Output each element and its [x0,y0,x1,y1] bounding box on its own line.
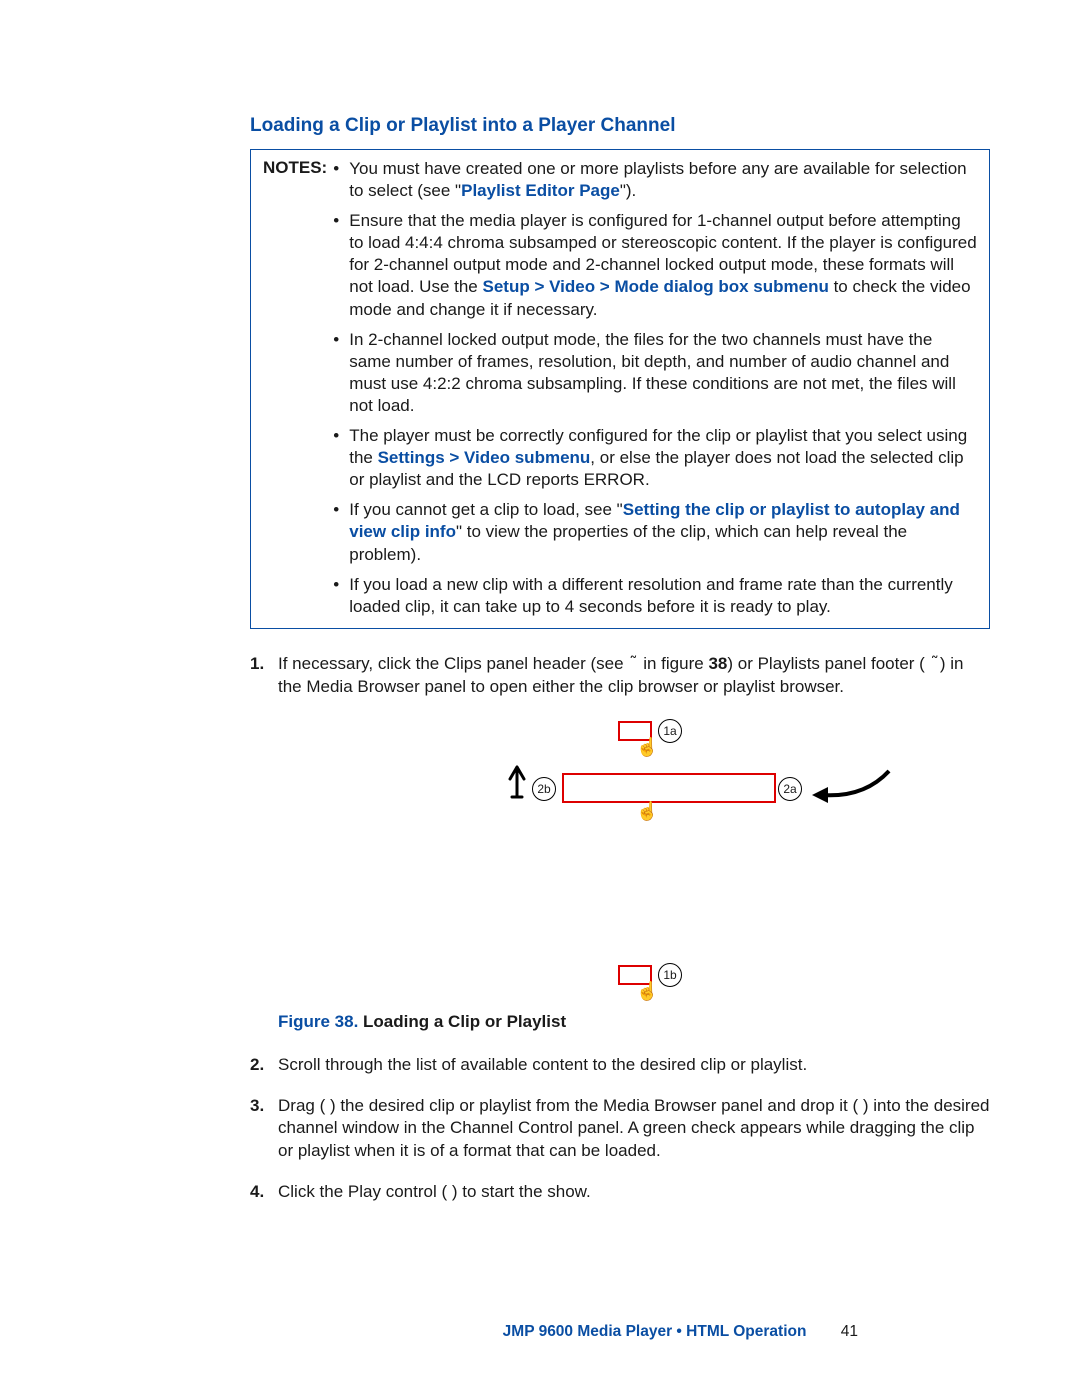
note-item: In 2-channel locked output mode, the fil… [331,329,977,417]
pointer-icon: ☝ [636,735,658,759]
step-item: 3. Drag ( ) the desired clip or playlist… [250,1095,990,1164]
figure-area: 1a ☝ 2b ☝ 2a [278,713,990,1003]
arrow-up-icon [502,759,532,799]
callout-label: 1b [658,963,682,987]
note-item: If you load a new clip with a different … [331,574,977,618]
figure-caption: Figure 38. Loading a Clip or Playlist [278,1011,990,1034]
callout-label: 2a [778,777,802,801]
note-item: You must have created one or more playli… [331,158,977,202]
notes-list: You must have created one or more playli… [331,158,977,618]
callout-label: 2b [532,777,556,801]
step-number: 4. [250,1181,264,1204]
arrow-curved-icon [804,763,894,813]
link-setup-video-mode[interactable]: Setup > Video > Mode dialog box submenu [483,277,829,296]
document-page: Loading a Clip or Playlist into a Player… [0,0,1080,1397]
callout-2a: 2a [778,777,802,801]
callout-label: 1a [658,719,682,743]
pointer-icon: ☝ [636,799,658,823]
step-number: 1. [250,653,264,676]
page-number: 41 [841,1323,858,1340]
link-playlist-editor-page[interactable]: Playlist Editor Page [461,181,620,200]
notes-label: NOTES: [263,158,327,178]
note-item: The player must be correctly configured … [331,425,977,491]
footer-title: JMP 9600 Media Player • HTML Operation [503,1323,807,1340]
callout-2b: 2b [532,777,556,801]
section-heading: Loading a Clip or Playlist into a Player… [250,115,990,137]
note-item: If you cannot get a clip to load, see "S… [331,499,977,565]
step-item: 1. If necessary, click the Clips panel h… [250,653,990,1034]
step-item: 2. Scroll through the list of available … [250,1054,990,1077]
step-number: 2. [250,1054,264,1077]
step-number: 3. [250,1095,264,1118]
steps-list: 1. If necessary, click the Clips panel h… [250,653,990,1205]
redbox-wide-icon [562,773,776,803]
notes-box: NOTES: You must have created one or more… [250,149,990,629]
link-settings-video-submenu[interactable]: Settings > Video submenu [378,448,591,467]
note-item: Ensure that the media player is configur… [331,210,977,320]
step-item: 4. Click the Play control ( ) to start t… [250,1181,990,1204]
page-footer: JMP 9600 Media Player • HTML Operation 4… [0,1323,1080,1341]
pointer-icon: ☝ [636,979,658,1003]
